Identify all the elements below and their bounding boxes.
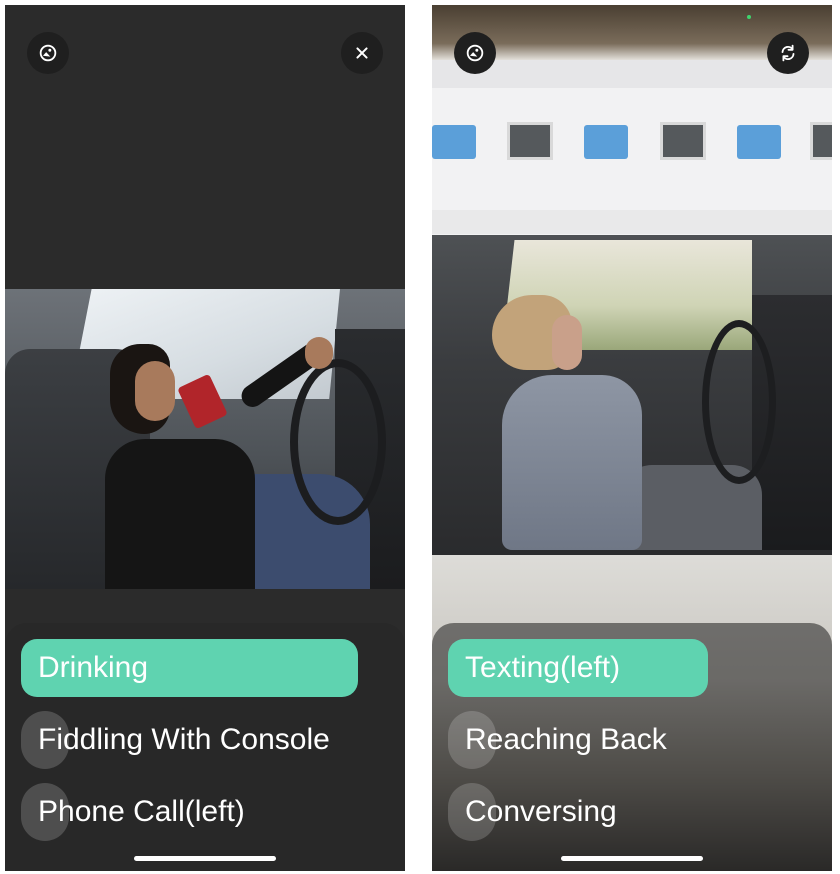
camera-indicator: [747, 15, 751, 19]
option-drinking[interactable]: Drinking: [21, 639, 358, 697]
driver-body: [502, 375, 642, 550]
left-screen: Drinking Fiddling With Console Phone Cal…: [5, 5, 405, 871]
option-phone-call-left[interactable]: Phone Call(left): [21, 783, 321, 841]
home-indicator: [561, 856, 703, 861]
thumbnail: [507, 122, 553, 160]
gallery-icon: [466, 44, 484, 62]
close-icon: [356, 47, 368, 59]
monitor-file-browser: [432, 60, 832, 235]
option-reaching-back[interactable]: Reaching Back: [448, 711, 708, 769]
thumbnail: [660, 122, 706, 160]
switch-camera-button[interactable]: [767, 32, 809, 74]
option-conversing[interactable]: Conversing: [448, 783, 668, 841]
driver-face: [135, 361, 175, 421]
folder-icon: [432, 125, 476, 159]
gallery-button[interactable]: [454, 32, 496, 74]
video-window-titlebar: [432, 210, 832, 234]
gallery-button[interactable]: [27, 32, 69, 74]
option-fiddling-with-console[interactable]: Fiddling With Console: [21, 711, 381, 769]
video-frame: [432, 235, 832, 555]
driver-face: [552, 315, 582, 370]
folder-icon: [584, 125, 628, 159]
captured-photo: [5, 289, 405, 589]
right-screen: Texting(left) Reaching Back Conversing: [432, 5, 832, 871]
steering-wheel: [702, 320, 776, 484]
switch-camera-icon: [781, 44, 795, 62]
thumbnail: [810, 122, 832, 160]
steering-wheel: [290, 359, 386, 525]
gallery-icon: [39, 44, 57, 62]
activity-sheet: Texting(left) Reaching Back Conversing: [432, 623, 832, 871]
driver-hand: [305, 337, 333, 369]
home-indicator: [134, 856, 276, 861]
activity-sheet: Drinking Fiddling With Console Phone Cal…: [5, 623, 405, 871]
driver-body: [105, 439, 255, 589]
option-texting-left[interactable]: Texting(left): [448, 639, 708, 697]
folder-icon: [737, 125, 781, 159]
close-button[interactable]: [341, 32, 383, 74]
